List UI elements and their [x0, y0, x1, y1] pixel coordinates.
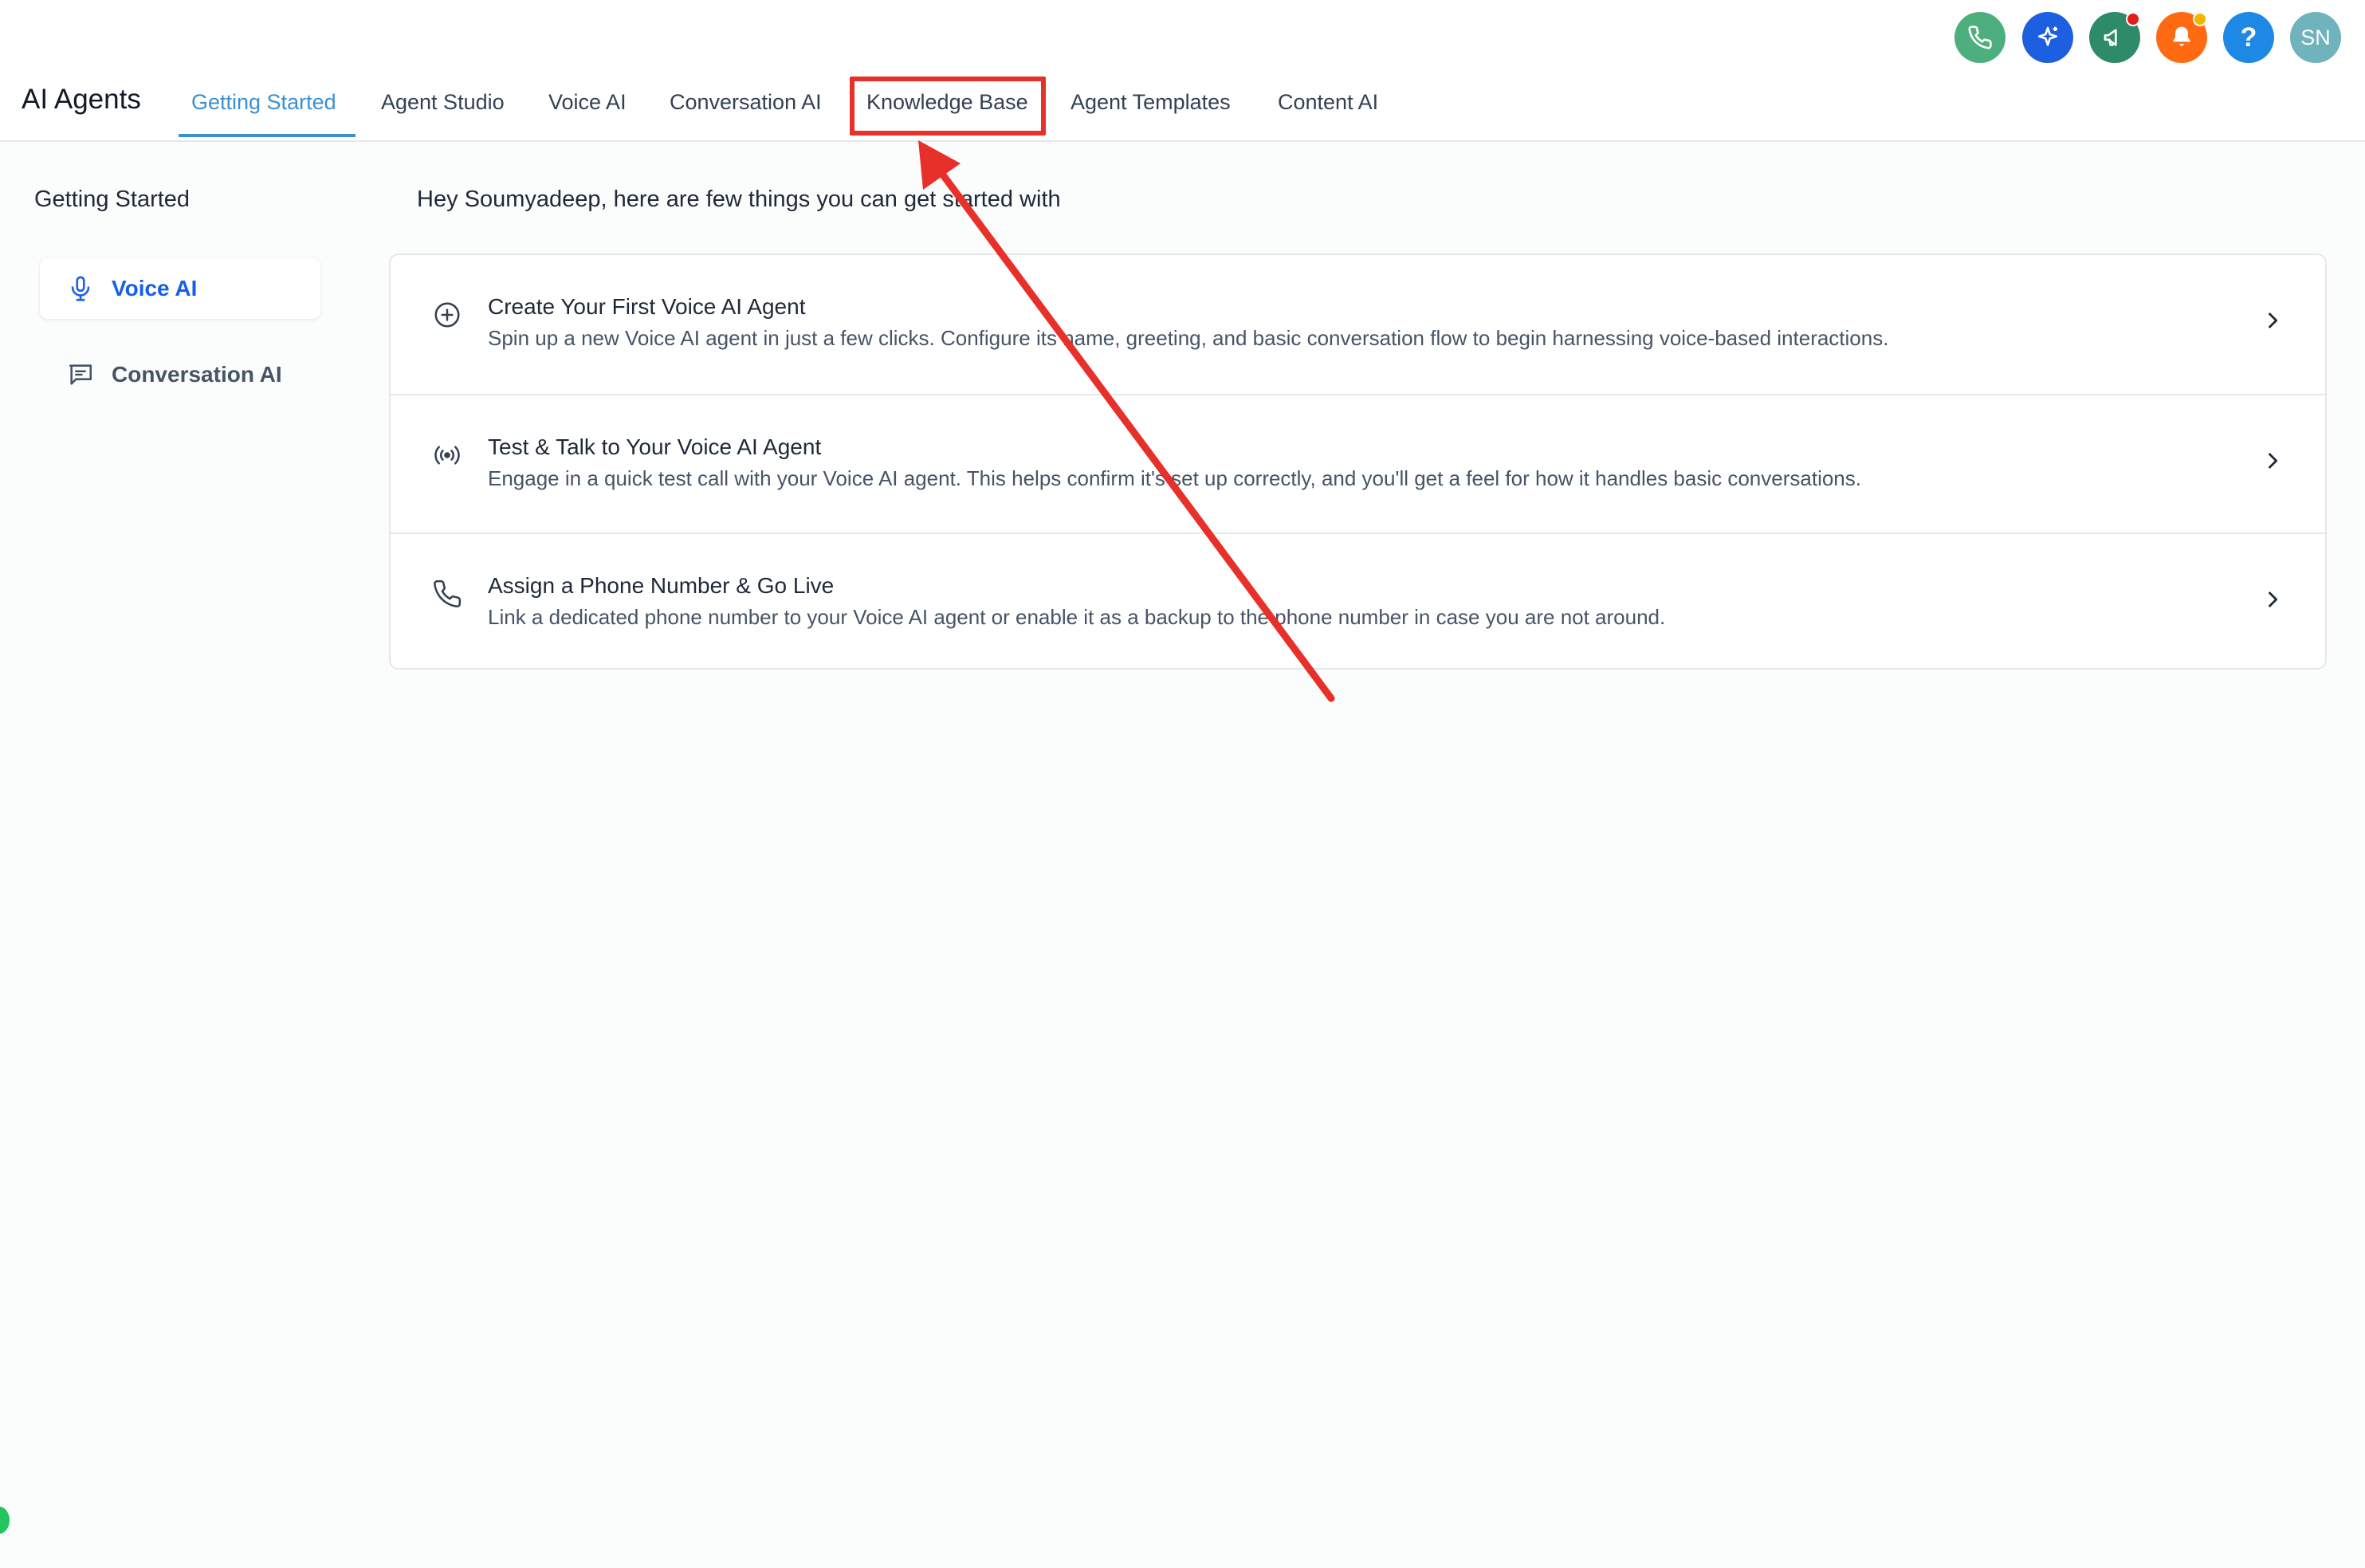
notifications-button[interactable] [2156, 12, 2207, 63]
bell-icon [2173, 26, 2190, 46]
phone-icon [434, 580, 462, 607]
sparkles-icon [2038, 26, 2057, 46]
step-description: Engage in a quick test call with your Vo… [488, 466, 1861, 490]
tab-getting-started[interactable]: Getting Started [191, 86, 336, 118]
sidebar-item-conversation-ai[interactable]: Conversation AI [40, 344, 320, 405]
tab-voice-ai[interactable]: Voice AI [548, 86, 627, 118]
annotation-arrow [918, 140, 1335, 702]
step-create-agent[interactable]: Create Your First Voice AI Agent Spin up… [391, 255, 2325, 394]
tab-bar: Getting Started Agent Studio Voice AI Co… [0, 0, 2365, 142]
tab-agent-templates[interactable]: Agent Templates [1071, 86, 1231, 118]
broadcast-icon [434, 446, 460, 465]
sidebar-item-voice-ai[interactable]: Voice AI [40, 258, 320, 319]
step-description: Link a dedicated phone number to your Vo… [488, 605, 1666, 629]
help-button[interactable]: ? [2223, 12, 2274, 63]
chevron-right-icon [2269, 453, 2278, 469]
sidebar-item-label: Conversation AI [112, 362, 282, 387]
chevron-right-icon [2269, 591, 2278, 607]
step-assign-number[interactable]: Assign a Phone Number & Go Live Link a d… [391, 532, 2325, 668]
avatar-initials: SN [2300, 25, 2331, 49]
tab-agent-studio[interactable]: Agent Studio [381, 86, 505, 118]
top-navigation-bar: AI Agents Getting Started Agent Studio V… [0, 0, 2365, 142]
chat-icon [69, 364, 92, 385]
tab-content-ai[interactable]: Content AI [1278, 86, 1378, 118]
notification-badge [2193, 12, 2207, 26]
plus-circle-icon [434, 302, 460, 328]
notification-badge [2126, 12, 2140, 26]
step-description: Spin up a new Voice AI agent in just a f… [488, 326, 1889, 350]
help-icon: ? [2240, 22, 2257, 53]
getting-started-steps: Create Your First Voice AI Agent Spin up… [389, 253, 2327, 670]
microphone-icon [71, 276, 90, 301]
step-title: Create Your First Voice AI Agent [488, 294, 806, 319]
greeting-text: Hey Soumyadeep, here are few things you … [417, 187, 1061, 212]
avatar[interactable]: SN [2290, 12, 2341, 63]
active-tab-indicator [179, 134, 356, 137]
phone-button[interactable] [1954, 12, 2006, 63]
sidebar-heading: Getting Started [34, 187, 191, 212]
step-title: Assign a Phone Number & Go Live [488, 573, 835, 598]
step-title: Test & Talk to Your Voice AI Agent [488, 434, 822, 459]
phone-icon [1968, 26, 1992, 49]
step-test-agent[interactable]: Test & Talk to Your Voice AI Agent Engag… [391, 394, 2325, 532]
announcements-button[interactable] [2089, 12, 2140, 63]
knowledge-base-highlight-box [850, 77, 1046, 136]
sidebar-item-label: Voice AI [112, 276, 198, 301]
chevron-right-icon [2269, 312, 2278, 328]
megaphone-icon [2104, 29, 2117, 46]
ai-assistant-button[interactable] [2022, 12, 2073, 63]
status-indicator [0, 1507, 10, 1534]
tab-conversation-ai[interactable]: Conversation AI [670, 86, 822, 118]
